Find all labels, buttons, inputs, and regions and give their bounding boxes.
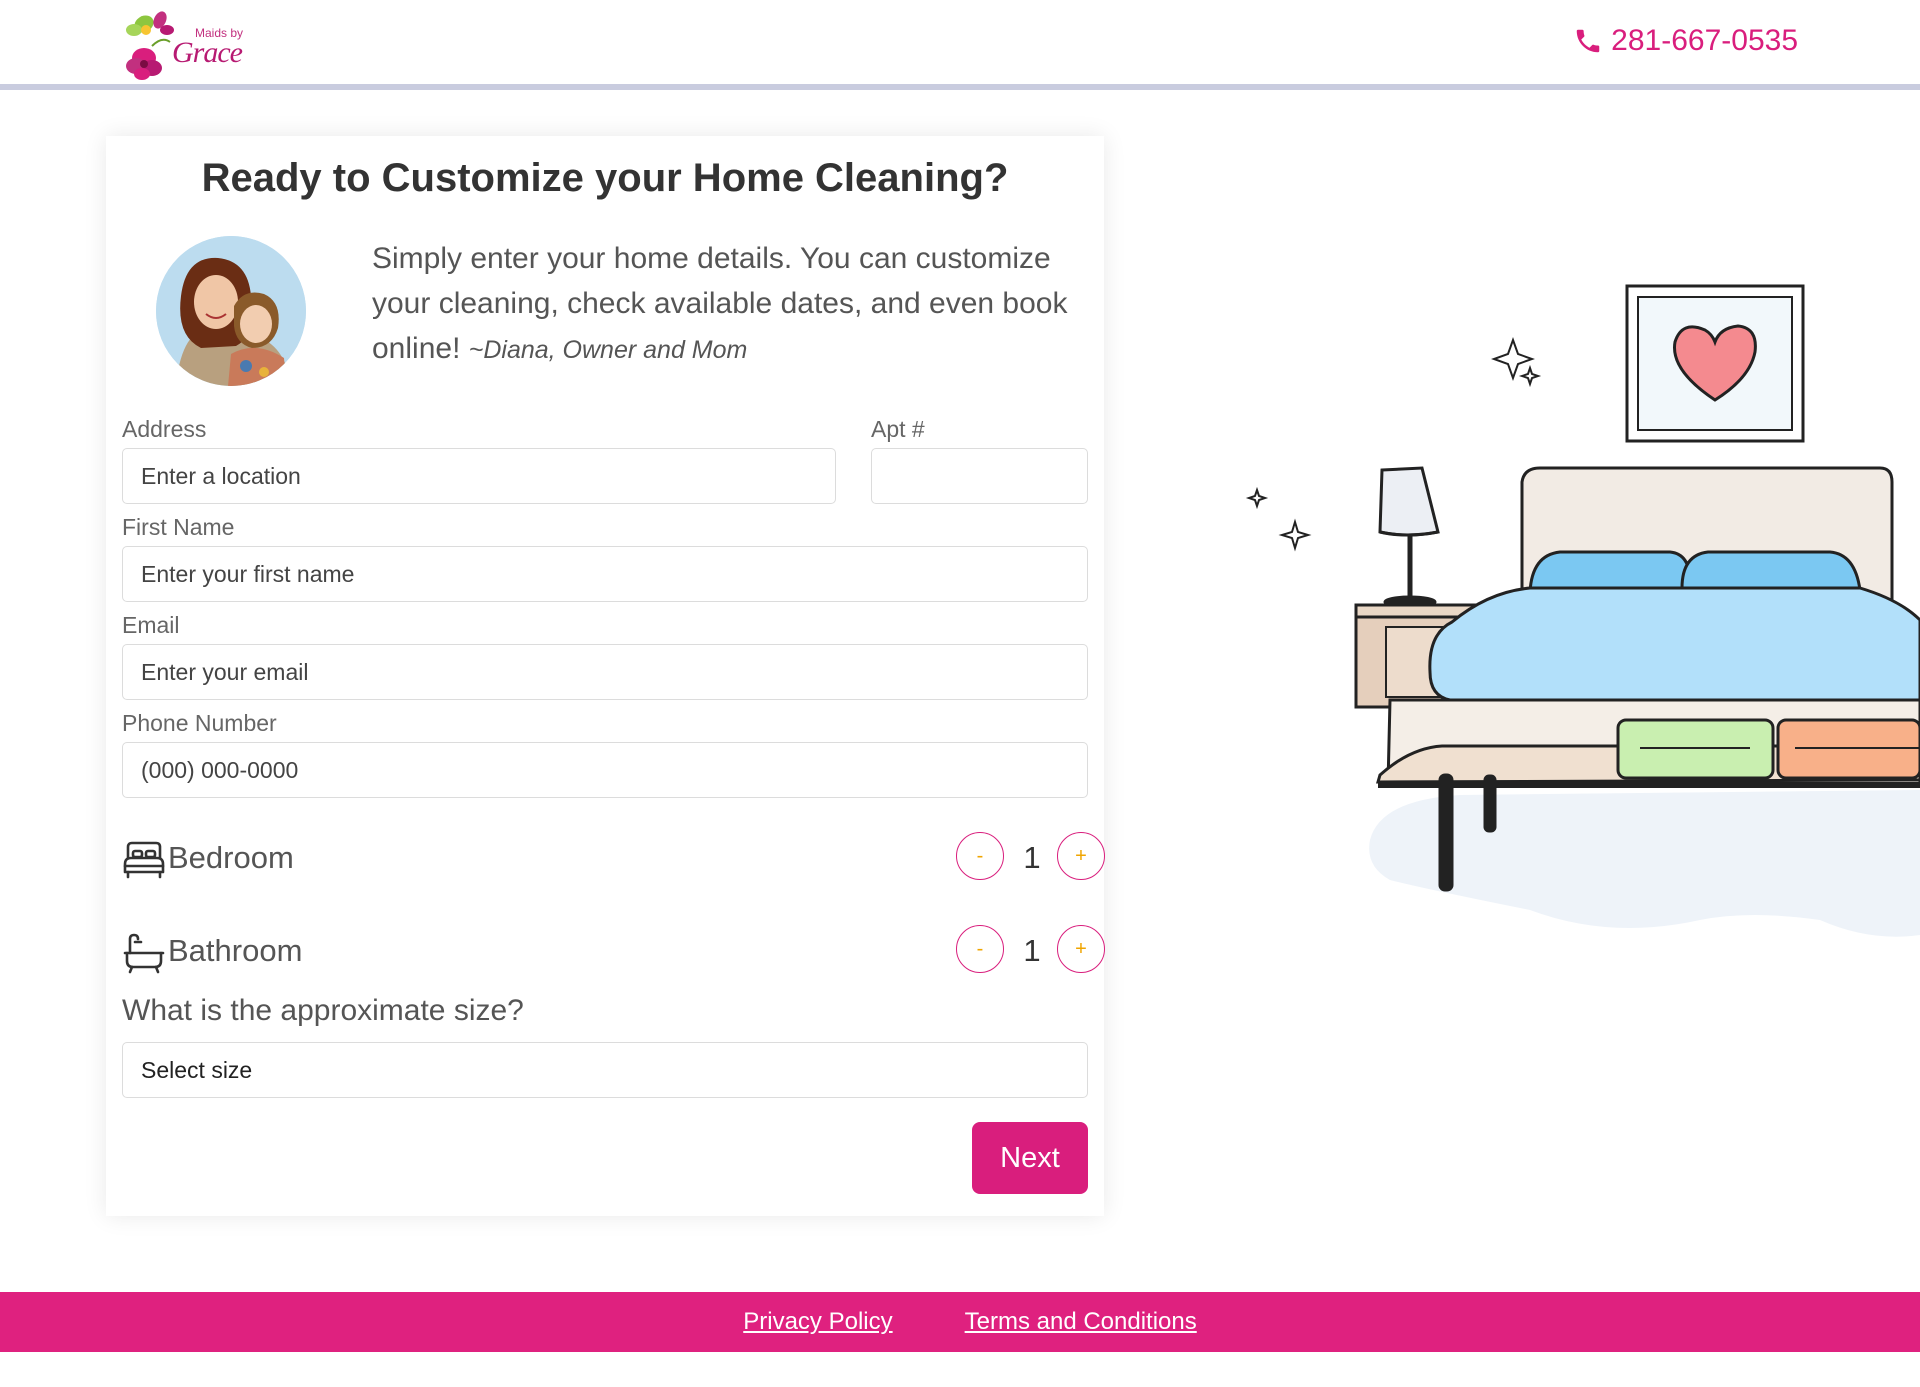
bedroom-label: Bedroom [168, 840, 294, 875]
email-label: Email [122, 612, 180, 638]
bedroom-illustration [1230, 270, 1920, 950]
page-title: Ready to Customize your Home Cleaning? [201, 156, 1009, 200]
bathroom-label: Bathroom [168, 933, 303, 968]
size-question: What is the approximate size? [122, 994, 524, 1027]
privacy-policy-link[interactable]: Privacy Policy [743, 1308, 892, 1336]
phone-label: Phone Number [122, 710, 277, 736]
first-name-input[interactable] [122, 546, 1088, 602]
size-select[interactable]: Select size [122, 1042, 1088, 1098]
bathroom-decrement-button[interactable]: - [956, 925, 1004, 973]
address-label: Address [122, 416, 207, 442]
apt-label: Apt # [871, 416, 925, 442]
bathroom-increment-button[interactable]: + [1057, 925, 1105, 973]
header-phone-link[interactable]: 281-667-0535 [1573, 24, 1798, 58]
email-input[interactable] [122, 644, 1088, 700]
site-footer: Privacy Policy Terms and Conditions [0, 1292, 1920, 1352]
bed-icon [123, 841, 165, 879]
size-select-value: Select size [141, 1056, 253, 1083]
logo-wordmark: Grace [172, 36, 243, 69]
apt-input[interactable] [871, 448, 1088, 504]
picture-frame [1625, 284, 1805, 443]
intro-signature: ~Diana, Owner and Mom [468, 336, 748, 364]
bedroom-count: 1 [1023, 840, 1041, 875]
maids-by-grace-logo[interactable]: Maids by Grace [122, 6, 262, 84]
bedroom-decrement-button[interactable]: - [956, 832, 1004, 880]
first-name-label: First Name [122, 514, 235, 540]
next-button[interactable]: Next [972, 1122, 1088, 1194]
owner-avatar [156, 236, 306, 386]
bathroom-count: 1 [1023, 933, 1041, 968]
phone-icon [1576, 29, 1600, 53]
address-input[interactable] [122, 448, 836, 504]
site-header: Maids by Grace 281-667-0535 [0, 0, 1920, 90]
phone-number: 281-667-0535 [1611, 24, 1798, 57]
lamp [1378, 466, 1440, 609]
pillows [1528, 550, 1862, 594]
quote-form-card: Ready to Customize your Home Cleaning? S… [106, 136, 1105, 1216]
duvet [1428, 586, 1920, 702]
intro-text: Simply enter your home details. You can … [372, 236, 1072, 373]
terms-and-conditions-link[interactable]: Terms and Conditions [965, 1308, 1197, 1336]
bedroom-counter: Bedroom - 1 + [122, 832, 1105, 888]
bathtub-icon [123, 933, 165, 974]
bathroom-counter: Bathroom - 1 + [122, 925, 1105, 981]
bedroom-increment-button[interactable]: + [1057, 832, 1105, 880]
phone-input[interactable] [122, 742, 1088, 798]
